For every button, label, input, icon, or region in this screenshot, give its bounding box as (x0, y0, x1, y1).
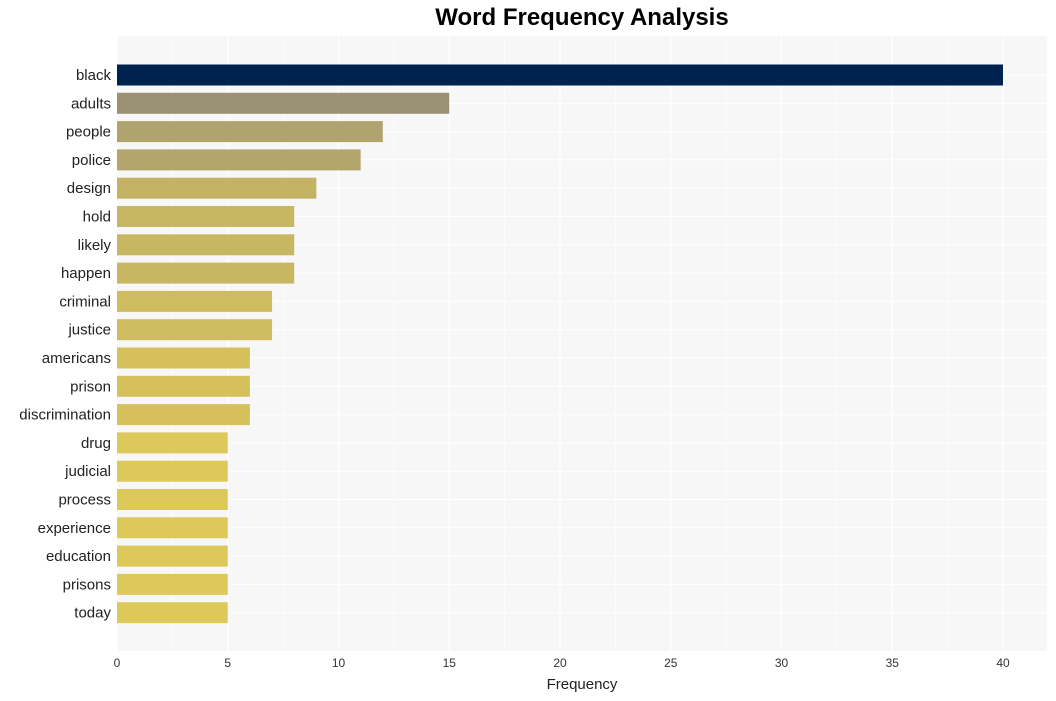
category-label-design: design (67, 180, 111, 197)
x-tick-label: 40 (996, 656, 1010, 670)
category-label-likely: likely (78, 237, 112, 254)
category-label-judicial: judicial (64, 463, 111, 480)
bar-discrimination (117, 404, 250, 426)
bar-chart: black adults people police design hold likely h… (19, 36, 1047, 693)
bar-black (117, 64, 1003, 86)
bar-process (117, 489, 228, 510)
bar-judicial (117, 460, 228, 482)
x-axis-title: Frequency (547, 676, 618, 693)
bar-prisons (117, 573, 228, 595)
category-label-today: today (74, 605, 111, 622)
x-tick-label: 30 (775, 656, 789, 670)
category-label-prisons: prisons (63, 576, 111, 593)
category-label-process: process (58, 492, 111, 509)
bar-police (117, 149, 361, 171)
bar-happen (117, 262, 295, 284)
bar-drug (117, 432, 228, 454)
category-label-education: education (46, 548, 111, 565)
x-tick-label: 20 (553, 656, 567, 670)
x-tick-label: 35 (886, 656, 900, 670)
bar-people (117, 121, 383, 143)
category-label-justice: justice (67, 322, 111, 339)
category-label-criminal: criminal (59, 293, 111, 310)
category-label-discrimination: discrimination (19, 407, 111, 424)
bar-experience (117, 517, 228, 539)
x-tick-label: 0 (114, 656, 121, 670)
bar-hold (117, 206, 295, 227)
category-label-prison: prison (70, 378, 111, 395)
bar-adults (117, 92, 450, 114)
x-tick-label: 25 (664, 656, 678, 670)
category-label-experience: experience (38, 520, 111, 537)
category-label-americans: americans (42, 350, 111, 367)
x-tick-label: 5 (224, 656, 231, 670)
x-tick-label: 15 (443, 656, 457, 670)
bar-design (117, 177, 317, 199)
category-label-hold: hold (83, 209, 111, 226)
bar-education (117, 545, 228, 567)
category-label-people: people (66, 124, 111, 141)
category-label-black: black (76, 67, 112, 84)
category-label-happen: happen (61, 265, 111, 282)
category-labels: black adults people police design hold likely h… (19, 67, 111, 622)
category-label-police: police (72, 152, 111, 169)
bar-likely (117, 234, 295, 256)
x-tick-label: 10 (332, 656, 346, 670)
bar-criminal (117, 290, 273, 312)
bar-justice (117, 319, 273, 341)
bar-today (117, 602, 228, 624)
bar-prison (117, 375, 250, 397)
category-label-drug: drug (81, 435, 111, 452)
category-label-adults: adults (71, 95, 111, 112)
bar-americans (117, 347, 250, 369)
x-tick-labels: 0 5 10 15 20 25 30 35 40 (114, 656, 1010, 670)
